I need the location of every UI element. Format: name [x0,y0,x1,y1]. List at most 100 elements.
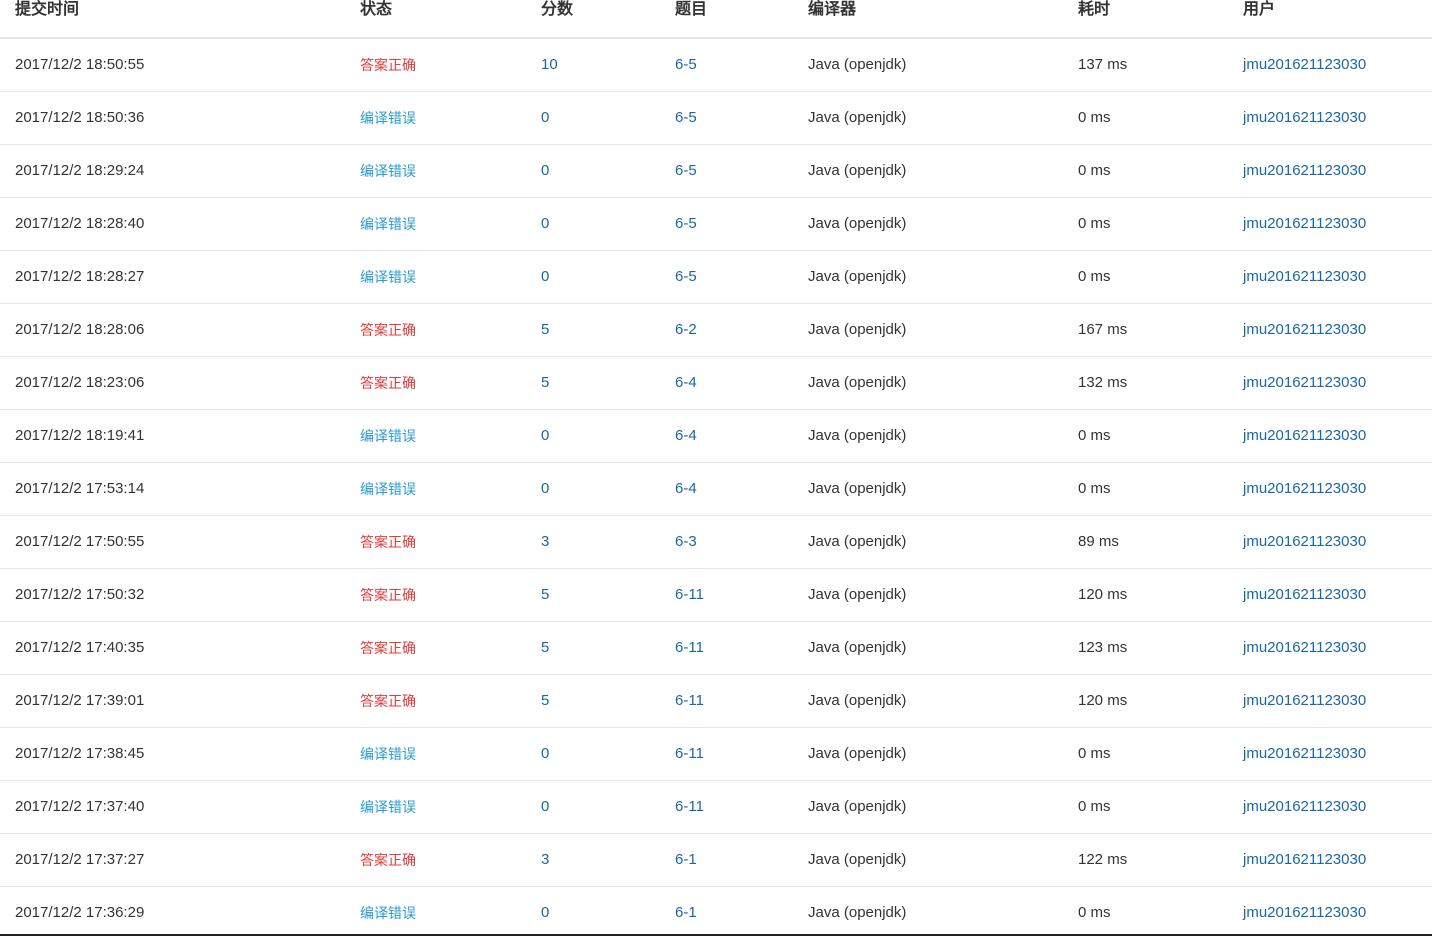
status-link[interactable]: 编译错误 [360,905,416,921]
status-link[interactable]: 答案正确 [360,693,416,709]
cell-score: 5 [526,303,660,357]
problem-link[interactable]: 6-2 [675,321,697,338]
status-link[interactable]: 编译错误 [360,746,416,762]
cell-user: jmu201621123030 [1228,409,1432,463]
cell-problem: 6-5 [660,250,793,304]
score-link[interactable]: 3 [541,533,549,550]
cell-status: 编译错误 [345,727,526,781]
problem-link[interactable]: 6-4 [675,427,697,444]
header-compiler: 编译器 [793,0,1063,39]
cell-score: 0 [526,91,660,145]
status-link[interactable]: 编译错误 [360,269,416,285]
cell-time: 2017/12/2 17:38:45 [0,727,345,781]
cell-compiler: Java (openjdk) [793,38,1063,92]
cell-status: 编译错误 [345,91,526,145]
score-link[interactable]: 5 [541,639,549,656]
user-link[interactable]: jmu201621123030 [1243,321,1366,338]
user-link[interactable]: jmu201621123030 [1243,480,1366,497]
user-link[interactable]: jmu201621123030 [1243,109,1366,126]
problem-link[interactable]: 6-5 [675,56,697,73]
status-link[interactable]: 编译错误 [360,163,416,179]
problem-link[interactable]: 6-3 [675,533,697,550]
user-link[interactable]: jmu201621123030 [1243,268,1366,285]
status-link[interactable]: 编译错误 [360,481,416,497]
score-link[interactable]: 0 [541,798,549,815]
user-link[interactable]: jmu201621123030 [1243,639,1366,656]
cell-elapsed: 0 ms [1063,250,1228,304]
score-link[interactable]: 10 [541,56,558,73]
score-link[interactable]: 0 [541,109,549,126]
user-link[interactable]: jmu201621123030 [1243,533,1366,550]
cell-compiler: Java (openjdk) [793,886,1063,936]
cell-status: 答案正确 [345,833,526,887]
cell-elapsed: 0 ms [1063,727,1228,781]
status-link[interactable]: 答案正确 [360,57,416,73]
cell-score: 5 [526,356,660,410]
status-link[interactable]: 答案正确 [360,322,416,338]
cell-status: 答案正确 [345,38,526,92]
user-link[interactable]: jmu201621123030 [1243,904,1366,921]
cell-user: jmu201621123030 [1228,462,1432,516]
cell-compiler: Java (openjdk) [793,250,1063,304]
user-link[interactable]: jmu201621123030 [1243,851,1366,868]
status-link[interactable]: 编译错误 [360,216,416,232]
status-link[interactable]: 答案正确 [360,640,416,656]
cell-elapsed: 137 ms [1063,38,1228,92]
cell-elapsed: 122 ms [1063,833,1228,887]
problem-link[interactable]: 6-5 [675,109,697,126]
cell-score: 3 [526,515,660,569]
user-link[interactable]: jmu201621123030 [1243,427,1366,444]
problem-link[interactable]: 6-5 [675,215,697,232]
score-link[interactable]: 0 [541,480,549,497]
score-link[interactable]: 0 [541,904,549,921]
cell-time: 2017/12/2 17:37:27 [0,833,345,887]
problem-link[interactable]: 6-5 [675,162,697,179]
status-link[interactable]: 答案正确 [360,587,416,603]
user-link[interactable]: jmu201621123030 [1243,692,1366,709]
cell-time: 2017/12/2 18:28:06 [0,303,345,357]
status-link[interactable]: 编译错误 [360,110,416,126]
cell-compiler: Java (openjdk) [793,833,1063,887]
user-link[interactable]: jmu201621123030 [1243,56,1366,73]
status-link[interactable]: 答案正确 [360,852,416,868]
user-link[interactable]: jmu201621123030 [1243,374,1366,391]
status-link[interactable]: 答案正确 [360,534,416,550]
cell-score: 0 [526,727,660,781]
problem-link[interactable]: 6-1 [675,851,697,868]
table-row: 2017/12/2 18:28:27 编译错误 0 6-5 Java (openjdk)… [0,250,1432,304]
status-link[interactable]: 编译错误 [360,799,416,815]
score-link[interactable]: 5 [541,374,549,391]
problem-link[interactable]: 6-11 [675,745,704,762]
score-link[interactable]: 0 [541,215,549,232]
score-link[interactable]: 0 [541,745,549,762]
user-link[interactable]: jmu201621123030 [1243,745,1366,762]
status-link[interactable]: 答案正确 [360,375,416,391]
header-user: 用户 [1228,0,1432,39]
user-link[interactable]: jmu201621123030 [1243,586,1366,603]
cell-elapsed: 0 ms [1063,780,1228,834]
table-row: 2017/12/2 18:50:36 编译错误 0 6-5 Java (openjdk)… [0,91,1432,145]
cell-time: 2017/12/2 18:23:06 [0,356,345,410]
problem-link[interactable]: 6-11 [675,639,704,656]
problem-link[interactable]: 6-5 [675,268,697,285]
problem-link[interactable]: 6-4 [675,374,697,391]
user-link[interactable]: jmu201621123030 [1243,215,1366,232]
score-link[interactable]: 0 [541,162,549,179]
status-link[interactable]: 编译错误 [360,428,416,444]
cell-problem: 6-5 [660,144,793,198]
cell-user: jmu201621123030 [1228,833,1432,887]
user-link[interactable]: jmu201621123030 [1243,798,1366,815]
score-link[interactable]: 5 [541,692,549,709]
score-link[interactable]: 0 [541,427,549,444]
user-link[interactable]: jmu201621123030 [1243,162,1366,179]
score-link[interactable]: 5 [541,586,549,603]
score-link[interactable]: 5 [541,321,549,338]
problem-link[interactable]: 6-1 [675,904,697,921]
problem-link[interactable]: 6-4 [675,480,697,497]
problem-link[interactable]: 6-11 [675,692,704,709]
score-link[interactable]: 0 [541,268,549,285]
table-row: 2017/12/2 18:29:24 编译错误 0 6-5 Java (openjdk)… [0,144,1432,198]
problem-link[interactable]: 6-11 [675,798,704,815]
problem-link[interactable]: 6-11 [675,586,704,603]
score-link[interactable]: 3 [541,851,549,868]
